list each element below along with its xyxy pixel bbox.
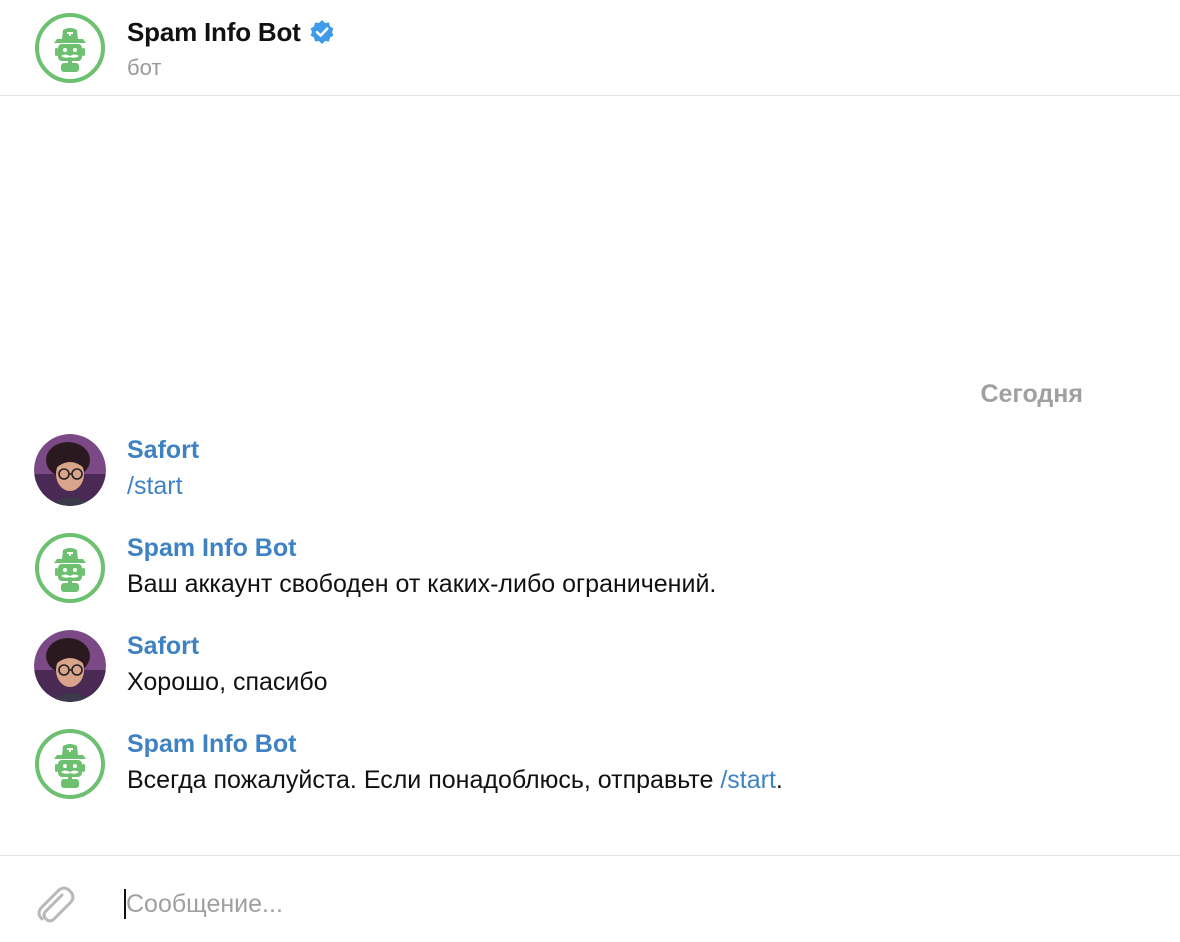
message-sender[interactable]: Spam Info Bot (127, 730, 296, 759)
message-sender[interactable]: Spam Info Bot (127, 534, 296, 563)
date-separator: Сегодня (980, 380, 1083, 408)
message-text: Всегда пожалуйста. Если понадоблюсь, отп… (127, 766, 783, 795)
verified-badge-icon (310, 20, 334, 44)
header-title-row: Spam Info Bot (127, 16, 335, 48)
message-text: /start (127, 472, 183, 501)
message-text: Ваш аккаунт свободен от каких-либо огран… (127, 570, 716, 599)
bot-avatar-icon[interactable] (34, 532, 106, 604)
message-text-content: Ваш аккаунт свободен от каких-либо огран… (127, 570, 717, 598)
bot-avatar-icon[interactable] (34, 12, 106, 84)
message-item: Spam Info Bot Всегда пожалуйста. Если по… (34, 728, 1134, 808)
chat-header: Spam Info Bot бот (0, 0, 1180, 96)
message-text-suffix: . (775, 766, 783, 794)
message-text: Хорошо, спасибо (127, 668, 328, 697)
message-input[interactable] (126, 884, 1106, 924)
bot-avatar-icon[interactable] (34, 728, 106, 800)
message-item: Safort /start (34, 434, 1134, 514)
paperclip-icon[interactable] (32, 883, 78, 929)
user-avatar[interactable] (34, 434, 106, 506)
chat-subtitle: бот (127, 55, 162, 80)
message-composer (0, 855, 1180, 942)
start-command-link[interactable]: /start (127, 472, 183, 500)
message-sender[interactable]: Safort (127, 632, 199, 661)
start-command-link[interactable]: /start (720, 766, 776, 794)
user-avatar[interactable] (34, 630, 106, 702)
message-item: Spam Info Bot Ваш аккаунт свободен от ка… (34, 532, 1134, 612)
chat-title: Spam Info Bot (127, 16, 301, 47)
message-text-content: Хорошо, спасибо (127, 668, 328, 696)
message-text-content: Всегда пожалуйста. Если понадоблюсь, отп… (127, 766, 721, 794)
message-item: Safort Хорошо, спасибо (34, 630, 1134, 710)
message-sender[interactable]: Safort (127, 436, 199, 465)
